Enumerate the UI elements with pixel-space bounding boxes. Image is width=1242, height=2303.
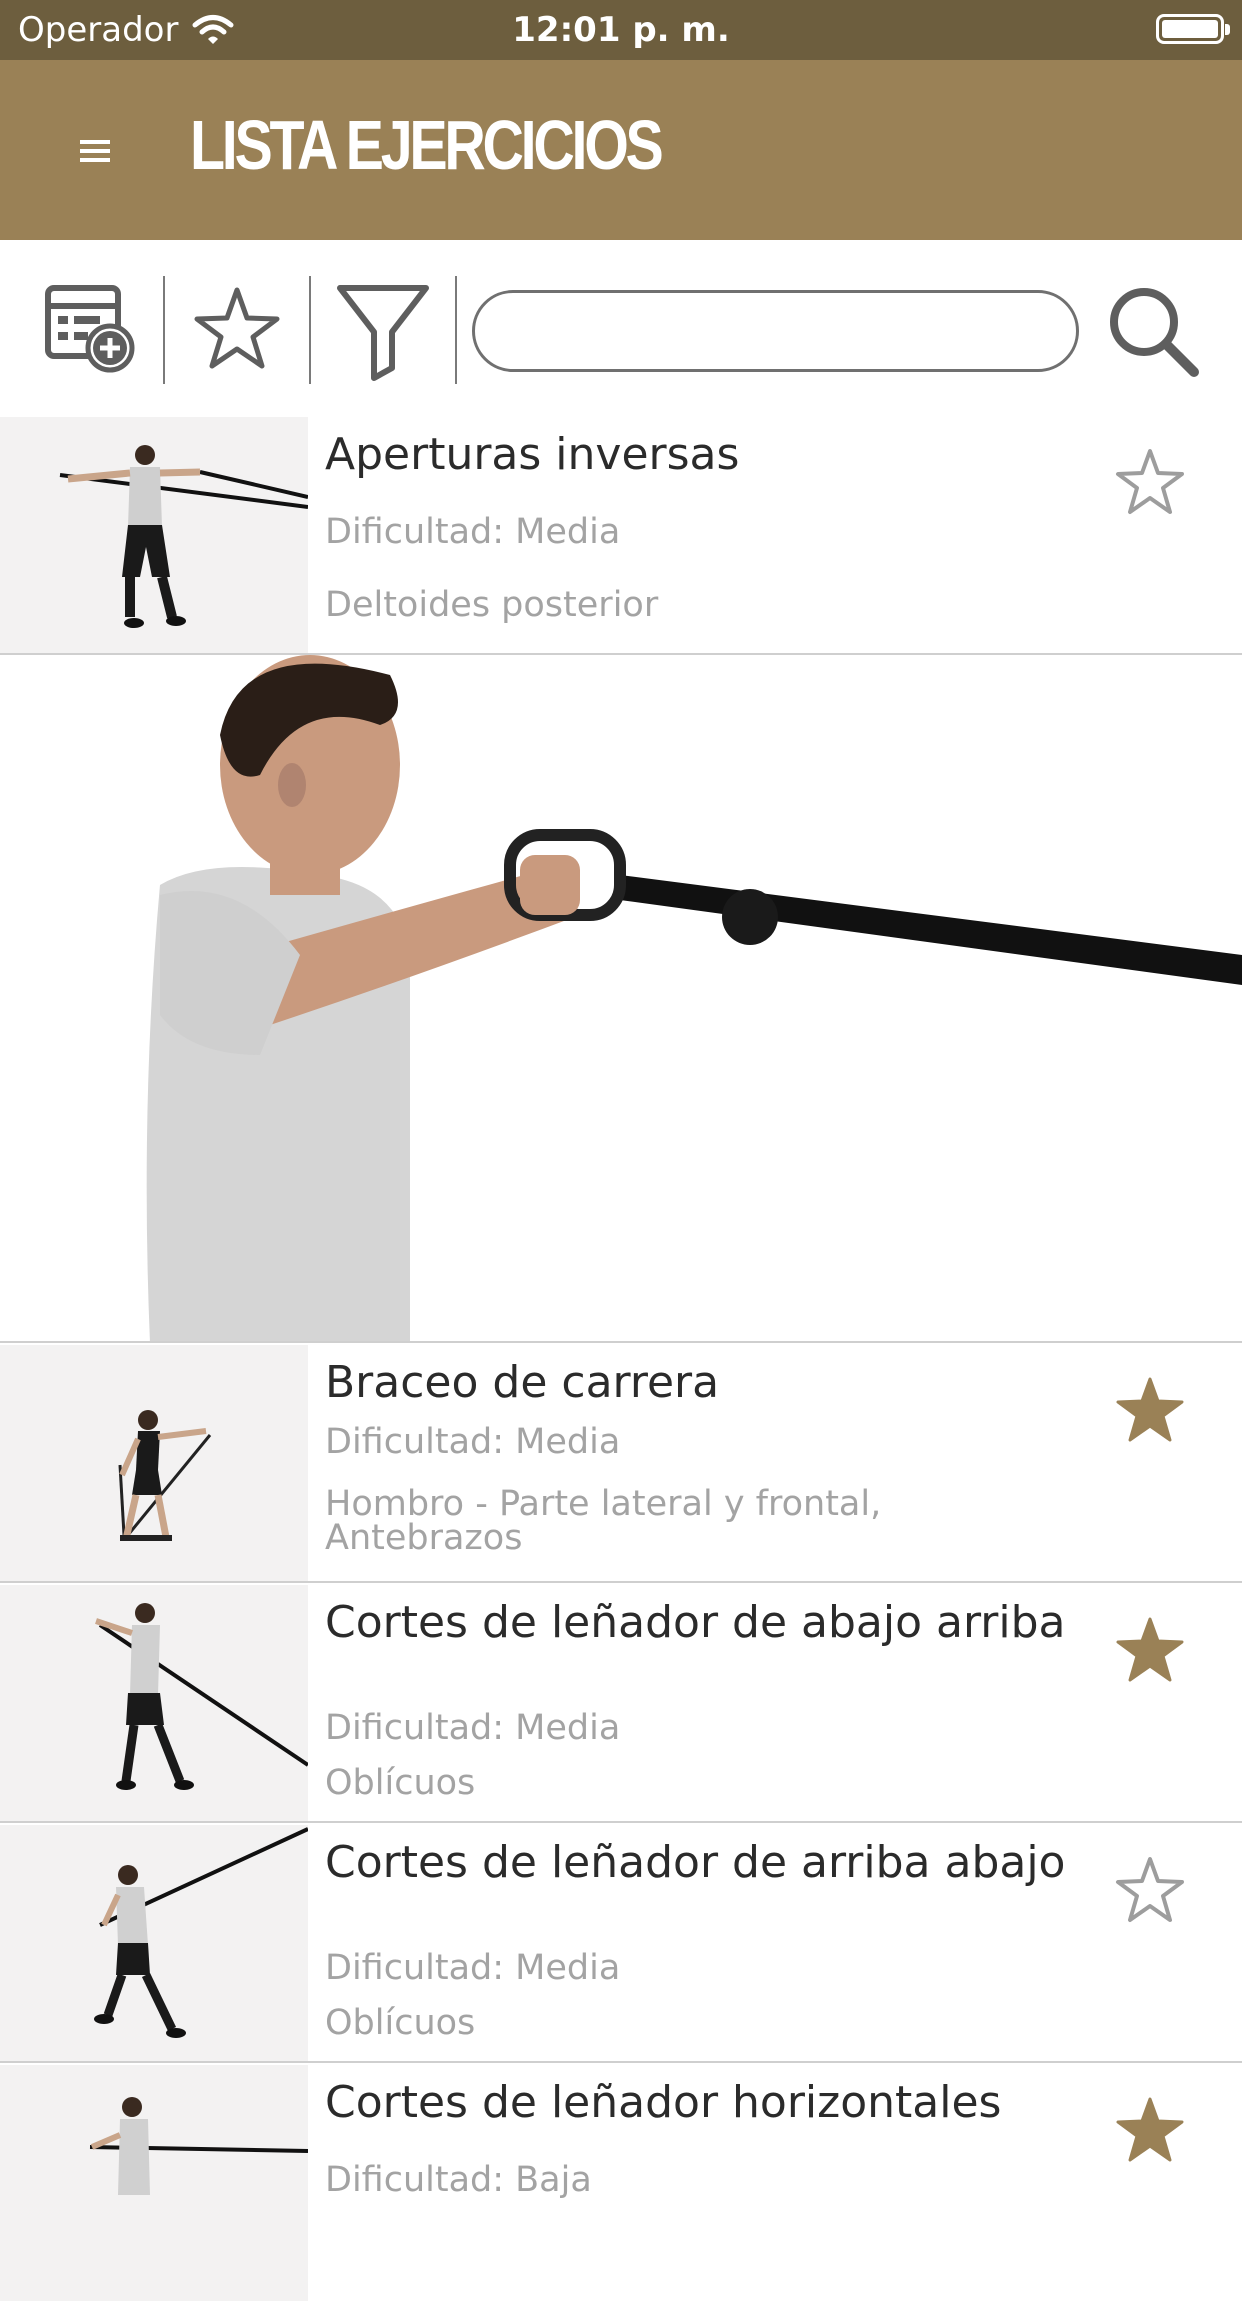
- star-filled-icon: [1116, 1617, 1184, 1682]
- exercise-difficulty: Dificultad: Media: [325, 1948, 621, 1988]
- app-header: LISTA EJERCICIOS: [0, 60, 1242, 240]
- exercise-muscles: Oblícuos: [325, 2003, 476, 2043]
- toolbar: [0, 240, 1242, 415]
- star-outline-icon: [1116, 449, 1184, 514]
- exercise-muscles: Oblícuos: [325, 1763, 476, 1803]
- exercise-title: Cortes de leñador de abajo arriba: [325, 1597, 1066, 1648]
- star-filled-icon: [1116, 2097, 1184, 2162]
- search-icon: [1110, 288, 1199, 377]
- favorites-filter-button[interactable]: [182, 276, 292, 386]
- favorite-toggle[interactable]: [1110, 2091, 1190, 2171]
- status-time: 12:01 p. m.: [512, 10, 730, 50]
- menu-icon[interactable]: [70, 132, 122, 168]
- exercise-row[interactable]: Aperturas inversas Dificultad: Media Del…: [0, 415, 1242, 655]
- page-title: LISTA EJERCICIOS: [190, 106, 664, 184]
- toolbar-divider: [309, 276, 311, 384]
- exercise-thumbnail: [0, 1345, 308, 1581]
- favorite-toggle[interactable]: [1110, 1851, 1190, 1931]
- exercise-thumbnail: [0, 417, 308, 653]
- status-bar: Operador 12:01 p. m.: [0, 0, 1242, 60]
- exercise-muscles: Hombro - Parte lateral y frontal, Antebr…: [325, 1484, 882, 1558]
- search-button[interactable]: [1102, 280, 1202, 380]
- toolbar-divider: [455, 276, 457, 384]
- add-routine-button[interactable]: [38, 276, 148, 386]
- star-icon: [194, 287, 280, 369]
- exercise-difficulty: Dificultad: Baja: [325, 2160, 592, 2200]
- filter-icon: [337, 285, 429, 381]
- exercise-title: Braceo de carrera: [325, 1357, 720, 1408]
- exercise-thumbnail: [0, 2065, 308, 2301]
- exercise-row[interactable]: Cortes de leñador horizontales Dificulta…: [0, 2063, 1242, 2303]
- exercise-preview-image: [0, 655, 1242, 1343]
- exercise-title: Cortes de leñador horizontales: [325, 2077, 1002, 2128]
- favorite-toggle[interactable]: [1110, 443, 1190, 523]
- exercise-thumbnail: [0, 1825, 308, 2061]
- exercise-row[interactable]: Cortes de leñador de abajo arriba Dificu…: [0, 1583, 1242, 1823]
- favorite-toggle[interactable]: [1110, 1611, 1190, 1691]
- exercise-title: Cortes de leñador de arriba abajo: [325, 1837, 1066, 1888]
- toolbar-divider: [163, 276, 165, 384]
- star-filled-icon: [1116, 1377, 1184, 1442]
- exercise-difficulty: Dificultad: Media: [325, 512, 621, 552]
- exercise-row[interactable]: Braceo de carrera Dificultad: Media Homb…: [0, 1343, 1242, 1583]
- exercise-thumbnail: [0, 1585, 308, 1821]
- exercise-row[interactable]: Cortes de leñador de arriba abajo Dificu…: [0, 1823, 1242, 2063]
- exercise-difficulty: Dificultad: Media: [325, 1422, 621, 1462]
- calendar-add-icon: [45, 285, 135, 373]
- filter-button[interactable]: [328, 276, 438, 386]
- exercise-muscles: Deltoides posterior: [325, 585, 659, 625]
- exercise-title: Aperturas inversas: [325, 429, 740, 480]
- battery-icon: [1156, 14, 1230, 44]
- star-outline-icon: [1116, 1857, 1184, 1922]
- search-input[interactable]: [472, 290, 1079, 372]
- exercise-difficulty: Dificultad: Media: [325, 1708, 621, 1748]
- favorite-toggle[interactable]: [1110, 1371, 1190, 1451]
